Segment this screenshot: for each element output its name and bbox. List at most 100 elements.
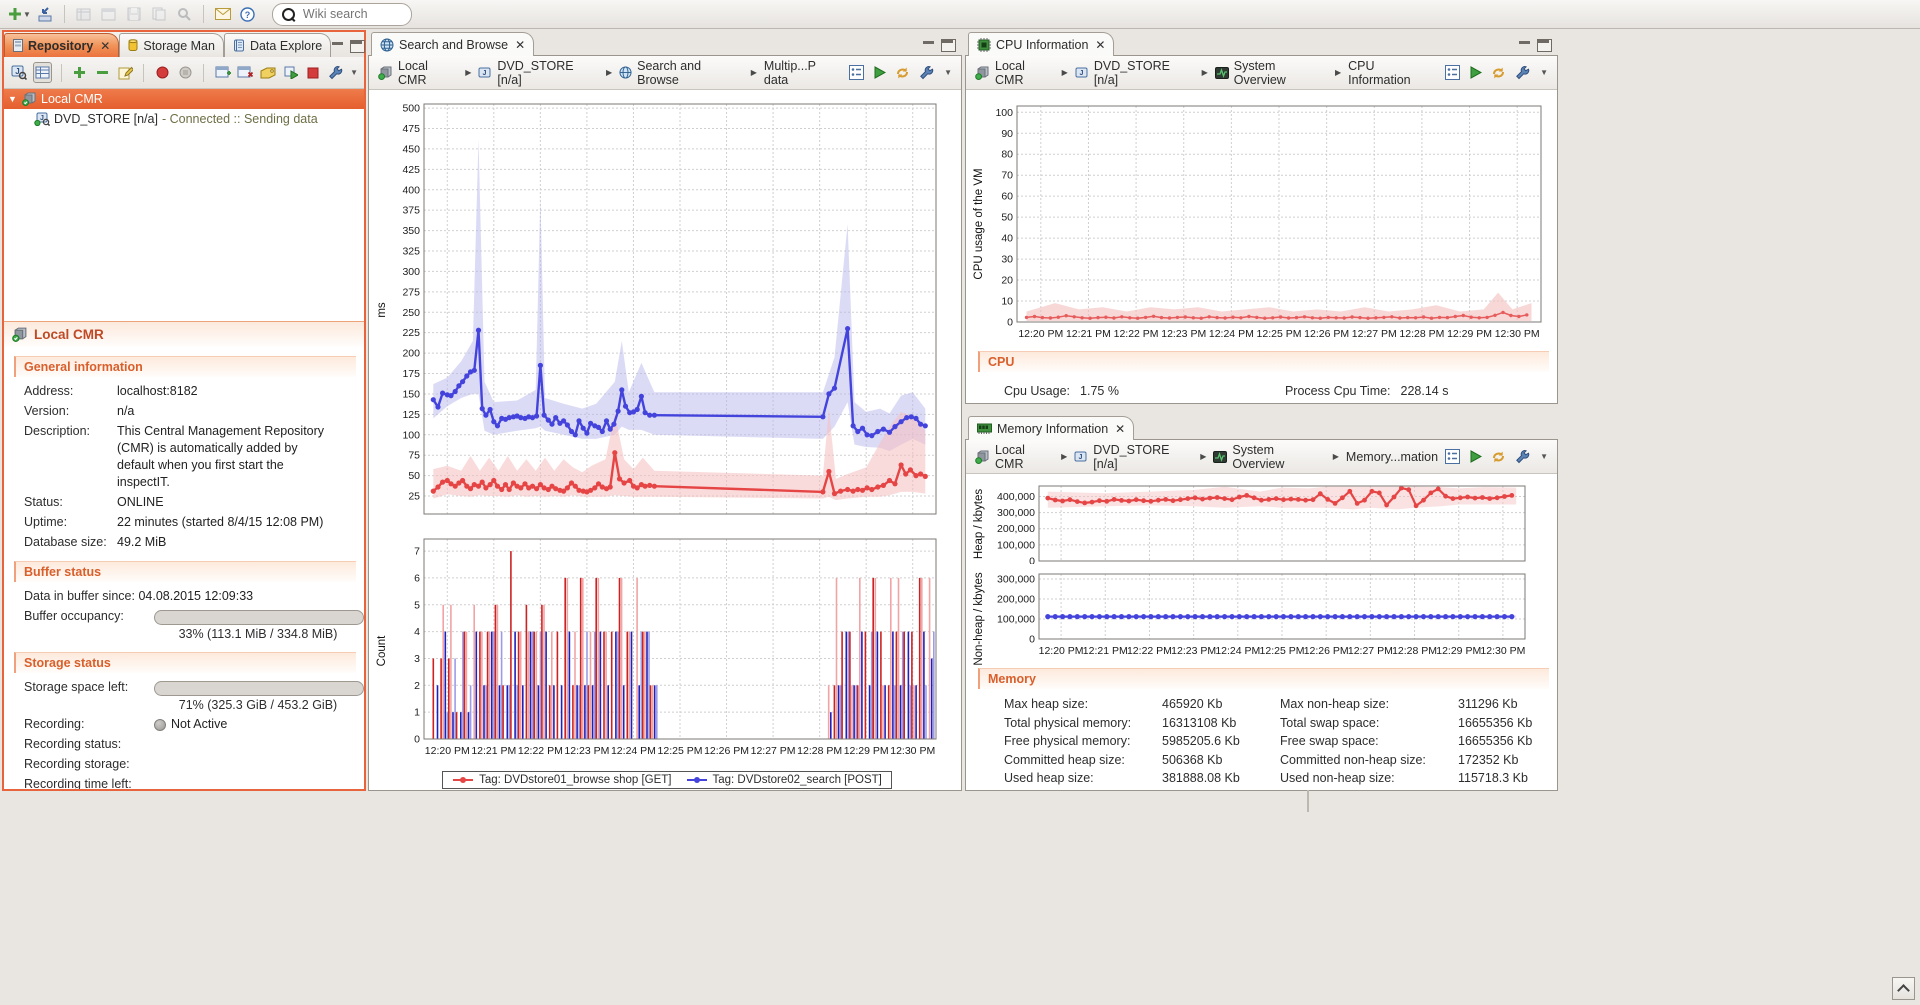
start-button[interactable] [281, 62, 300, 83]
chevron-up-icon [1897, 983, 1910, 997]
mail-button[interactable] [212, 3, 234, 25]
preferences-icon[interactable] [1445, 449, 1461, 464]
preferences-icon[interactable] [1445, 65, 1461, 80]
detail-row: Recording time left: [24, 776, 132, 790]
chevron-down-icon[interactable]: ▼ [1540, 452, 1548, 461]
svg-text:350: 350 [402, 225, 420, 237]
breadcrumb-system-overview[interactable]: System Overview [1214, 59, 1328, 87]
play-icon[interactable] [1469, 66, 1483, 79]
tab-data-explorer[interactable]: Data Explore [223, 33, 332, 57]
search-icon [281, 7, 295, 21]
tree-item-local-cmr[interactable]: ▼ Local CMR [4, 89, 364, 109]
toolbar-separator [202, 5, 204, 23]
maximize-view-button[interactable] [350, 40, 366, 53]
show-properties-button[interactable] [32, 62, 52, 83]
svg-text:500: 500 [402, 103, 420, 115]
table-icon [35, 66, 50, 79]
close-icon[interactable]: ✕ [515, 38, 525, 52]
window-plus-icon [215, 66, 231, 78]
breadcrumb-search-browse[interactable]: Search and Browse [619, 59, 744, 87]
tab-storage-manager[interactable]: Storage Man [119, 33, 224, 57]
stop-button[interactable] [304, 62, 323, 83]
breadcrumb-current[interactable]: CPU Information [1348, 59, 1438, 87]
expander-icon[interactable]: ▼ [8, 94, 18, 104]
svg-text:10: 10 [1001, 296, 1013, 308]
wrench-icon[interactable] [1515, 65, 1530, 80]
edit-button[interactable] [116, 62, 135, 83]
globe-icon [619, 66, 632, 79]
minimize-view-button[interactable] [922, 40, 935, 51]
minus-icon [96, 71, 108, 74]
maximize-view-button[interactable] [1537, 39, 1552, 52]
agent-overview-button[interactable]: J [10, 62, 29, 83]
tab-search-and-browse[interactable]: Search and Browse ✕ [371, 32, 535, 56]
tree-item-agent[interactable]: J DVD_STORE [n/a] - Connected :: Sending… [4, 109, 364, 129]
label-button[interactable] [259, 62, 278, 83]
minimize-view-button[interactable] [1518, 40, 1531, 51]
remove-cmr-button[interactable] [93, 62, 112, 83]
svg-text:200,000: 200,000 [997, 594, 1035, 606]
svg-text:200,000: 200,000 [997, 523, 1035, 535]
preferences-icon[interactable] [849, 65, 865, 80]
cpu-information-view: CPU Information ✕ Local CMR ▶ J DVD_STOR… [965, 30, 1558, 404]
add-cmr-button[interactable] [70, 62, 89, 83]
detail-row: Status: ONLINE [24, 494, 164, 509]
import-button[interactable] [34, 3, 56, 25]
breadcrumb-agent[interactable]: J DVD_STORE [n/a] [478, 59, 599, 87]
chevron-down-icon[interactable]: ▼ [1540, 68, 1548, 77]
agent-icon: J [1074, 451, 1087, 461]
svg-text:4: 4 [414, 626, 420, 638]
memory-stats: Max heap size: 465920 Kb Max non-heap size… [1004, 697, 1533, 785]
svg-text:12:28 PM: 12:28 PM [1392, 645, 1437, 657]
svg-text:375: 375 [402, 205, 420, 217]
breadcrumb-current[interactable]: Multip...P data [764, 59, 842, 87]
maximize-view-button[interactable] [941, 39, 956, 52]
stop-recording-button[interactable] [176, 62, 195, 83]
new-button[interactable]: ▼ [8, 3, 31, 25]
server-icon [22, 92, 36, 106]
center-breadcrumb: Local CMR ▶ J DVD_STORE [n/a] ▶ Search a… [369, 56, 961, 90]
help-button[interactable]: ? [237, 3, 259, 25]
import-icon [38, 6, 52, 21]
chevron-down-icon[interactable]: ▼ [944, 68, 952, 77]
restore-minimized-view-button[interactable] [1892, 977, 1915, 1000]
start-recording-button[interactable] [153, 62, 172, 83]
close-icon[interactable]: ✕ [1095, 38, 1105, 52]
wrench-icon[interactable] [1515, 449, 1530, 464]
tab-cpu-information[interactable]: CPU Information ✕ [968, 32, 1115, 56]
tab-label: Search and Browse [399, 37, 509, 52]
breadcrumb-arrow-icon: ▶ [1200, 452, 1207, 461]
close-icon[interactable]: ✕ [1115, 422, 1125, 436]
refresh-icon[interactable] [1491, 450, 1506, 464]
svg-text:275: 275 [402, 286, 420, 298]
refresh-icon[interactable] [1491, 66, 1506, 80]
svg-text:50: 50 [408, 470, 420, 482]
wiki-search-input[interactable] [300, 6, 393, 22]
breadcrumb-system-overview[interactable]: System Overview [1213, 443, 1325, 471]
breadcrumb-arrow-icon: ▶ [465, 68, 472, 77]
buffer-occupancy-bar [154, 609, 364, 625]
create-storage-button[interactable] [213, 62, 232, 83]
settings-button[interactable] [327, 62, 346, 83]
close-storage-button[interactable] [236, 62, 255, 83]
breadcrumb-local-cmr[interactable]: Local CMR [378, 59, 458, 87]
legend-marker-red [453, 777, 474, 783]
refresh-icon[interactable] [895, 66, 910, 80]
breadcrumb-current[interactable]: Memory...mation [1346, 450, 1438, 464]
minimize-view-button[interactable] [331, 41, 344, 52]
detail-row: Database size: 49.2 MiB [24, 534, 167, 549]
breadcrumb-agent[interactable]: J DVD_STORE [n/a] [1074, 443, 1193, 471]
wrench-icon[interactable] [919, 65, 934, 80]
tab-repository[interactable]: Repository ✕ [4, 33, 120, 57]
repository-toolbar: J ▼ [4, 57, 364, 89]
sash-handle[interactable] [1307, 790, 1309, 812]
breadcrumb-local-cmr[interactable]: Local CMR [975, 443, 1054, 471]
legend-marker-blue [686, 777, 707, 783]
window-icon [101, 8, 116, 20]
breadcrumb-local-cmr[interactable]: Local CMR [975, 59, 1055, 87]
tab-memory-information[interactable]: Memory Information ✕ [968, 416, 1135, 440]
play-icon[interactable] [1469, 450, 1483, 463]
close-icon[interactable]: ✕ [100, 39, 110, 53]
breadcrumb-agent[interactable]: J DVD_STORE [n/a] [1075, 59, 1195, 87]
play-icon[interactable] [873, 66, 887, 79]
